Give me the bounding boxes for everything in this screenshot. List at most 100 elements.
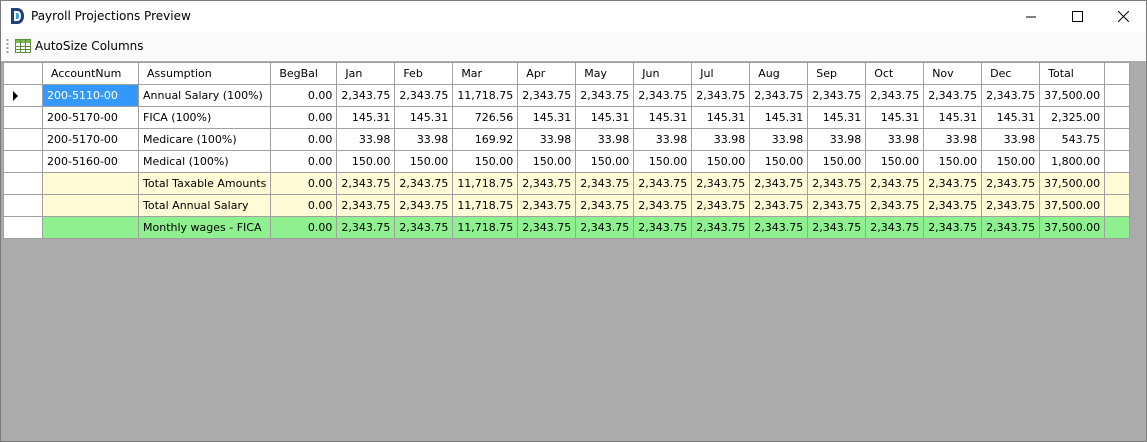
- amount-cell[interactable]: 145.31: [575, 106, 635, 129]
- amount-cell[interactable]: 145.31: [807, 106, 867, 129]
- amount-cell[interactable]: 150.00: [633, 150, 693, 173]
- close-button[interactable]: [1100, 1, 1146, 32]
- amount-cell[interactable]: 2,343.75: [633, 194, 693, 217]
- amount-cell[interactable]: 150.00: [394, 150, 454, 173]
- amount-cell[interactable]: 150.00: [981, 150, 1041, 173]
- account-num-cell[interactable]: 200-5170-00: [42, 128, 139, 151]
- row-header[interactable]: [3, 194, 43, 217]
- toolbar-grip[interactable]: [6, 38, 9, 54]
- amount-cell[interactable]: 11,718.75: [452, 216, 519, 239]
- title-bar[interactable]: Payroll Projections Preview: [1, 1, 1146, 32]
- amount-cell[interactable]: 0.00: [270, 84, 338, 107]
- amount-cell[interactable]: 2,343.75: [865, 172, 925, 195]
- amount-cell[interactable]: 145.31: [394, 106, 454, 129]
- amount-cell[interactable]: 2,343.75: [575, 84, 635, 107]
- assumption-cell[interactable]: FICA (100%): [137, 106, 272, 129]
- maximize-button[interactable]: [1054, 1, 1100, 32]
- amount-cell[interactable]: 2,343.75: [394, 216, 454, 239]
- amount-cell[interactable]: 2,343.75: [394, 194, 454, 217]
- amount-cell[interactable]: 2,343.75: [691, 84, 751, 107]
- amount-cell[interactable]: 150.00: [691, 150, 751, 173]
- amount-cell[interactable]: 2,343.75: [633, 216, 693, 239]
- amount-cell[interactable]: 2,343.75: [749, 194, 809, 217]
- amount-cell[interactable]: 33.98: [981, 128, 1041, 151]
- amount-cell[interactable]: 2,343.75: [394, 84, 454, 107]
- column-header[interactable]: Total: [1039, 62, 1106, 85]
- amount-cell[interactable]: 33.98: [633, 128, 693, 151]
- amount-cell[interactable]: 33.98: [691, 128, 751, 151]
- table-row[interactable]: Total Annual Salary 0.00 2,343.75 2,343.75 1…: [3, 194, 1131, 217]
- amount-cell[interactable]: 33.98: [336, 128, 396, 151]
- amount-cell[interactable]: 2,343.75: [336, 84, 396, 107]
- column-header[interactable]: BegBal: [270, 62, 338, 85]
- table-row[interactable]: Monthly wages - FICA 0.00 2,343.75 2,343.75…: [3, 216, 1131, 239]
- amount-cell[interactable]: 169.92: [452, 128, 519, 151]
- amount-cell[interactable]: 0.00: [270, 172, 338, 195]
- amount-cell[interactable]: 2,343.75: [923, 194, 983, 217]
- column-header[interactable]: Jul: [691, 62, 751, 85]
- row-header[interactable]: [3, 84, 43, 107]
- column-header[interactable]: Aug: [749, 62, 809, 85]
- amount-cell[interactable]: 33.98: [865, 128, 925, 151]
- column-header[interactable]: May: [575, 62, 635, 85]
- amount-cell[interactable]: 2,343.75: [807, 194, 867, 217]
- column-header[interactable]: Apr: [517, 62, 577, 85]
- table-row[interactable]: 200-5110-00 Annual Salary (100%) 0.00 2,343…: [3, 84, 1131, 107]
- table-row[interactable]: 200-5170-00 Medicare (100%) 0.00 33.98 33.98…: [3, 128, 1131, 151]
- amount-cell[interactable]: 145.31: [923, 106, 983, 129]
- amount-cell[interactable]: 150.00: [452, 150, 519, 173]
- amount-cell[interactable]: 145.31: [633, 106, 693, 129]
- row-header[interactable]: [3, 216, 43, 239]
- amount-cell[interactable]: 2,343.75: [981, 172, 1041, 195]
- row-header[interactable]: [3, 106, 43, 129]
- column-header[interactable]: Jun: [633, 62, 693, 85]
- amount-cell[interactable]: 2,343.75: [865, 84, 925, 107]
- table-row[interactable]: Total Taxable Amounts 0.00 2,343.75 2,343.7…: [3, 172, 1131, 195]
- account-num-cell[interactable]: 200-5110-00: [42, 84, 139, 107]
- amount-cell[interactable]: 2,343.75: [575, 194, 635, 217]
- amount-cell[interactable]: 0.00: [270, 128, 338, 151]
- minimize-button[interactable]: [1008, 1, 1054, 32]
- amount-cell[interactable]: 2,343.75: [749, 216, 809, 239]
- amount-cell[interactable]: 2,343.75: [981, 216, 1041, 239]
- amount-cell[interactable]: 2,343.75: [749, 84, 809, 107]
- amount-cell[interactable]: 33.98: [807, 128, 867, 151]
- amount-cell[interactable]: 2,343.75: [981, 194, 1041, 217]
- amount-cell[interactable]: 33.98: [749, 128, 809, 151]
- amount-cell[interactable]: 150.00: [749, 150, 809, 173]
- column-header[interactable]: Feb: [394, 62, 454, 85]
- table-row[interactable]: 200-5170-00 FICA (100%) 0.00 145.31 145.31 72…: [3, 106, 1131, 129]
- amount-cell[interactable]: 150.00: [517, 150, 577, 173]
- column-header[interactable]: Mar: [452, 62, 519, 85]
- column-header[interactable]: Sep: [807, 62, 867, 85]
- column-header[interactable]: Assumption: [137, 62, 272, 85]
- amount-cell[interactable]: 2,343.75: [517, 172, 577, 195]
- autosize-columns-button[interactable]: AutoSize Columns: [15, 36, 144, 56]
- account-num-cell[interactable]: [42, 194, 139, 217]
- amount-cell[interactable]: 2,343.75: [981, 84, 1041, 107]
- amount-cell[interactable]: 33.98: [575, 128, 635, 151]
- amount-cell[interactable]: 11,718.75: [452, 172, 519, 195]
- amount-cell[interactable]: 150.00: [336, 150, 396, 173]
- amount-cell[interactable]: 2,343.75: [517, 216, 577, 239]
- amount-cell[interactable]: 37,500.00: [1039, 216, 1106, 239]
- row-header[interactable]: [3, 150, 43, 173]
- table-row[interactable]: 200-5160-00 Medical (100%) 0.00 150.00 150.0…: [3, 150, 1131, 173]
- amount-cell[interactable]: 0.00: [270, 150, 338, 173]
- amount-cell[interactable]: 11,718.75: [452, 194, 519, 217]
- assumption-cell[interactable]: Medical (100%): [137, 150, 272, 173]
- corner-header[interactable]: [3, 62, 43, 85]
- amount-cell[interactable]: 150.00: [923, 150, 983, 173]
- amount-cell[interactable]: 2,343.75: [865, 216, 925, 239]
- column-header[interactable]: Dec: [981, 62, 1041, 85]
- column-header[interactable]: Jan: [336, 62, 396, 85]
- assumption-cell[interactable]: Total Annual Salary: [137, 194, 272, 217]
- amount-cell[interactable]: 11,718.75: [452, 84, 519, 107]
- amount-cell[interactable]: 2,343.75: [807, 84, 867, 107]
- account-num-cell[interactable]: 200-5160-00: [42, 150, 139, 173]
- amount-cell[interactable]: 2,343.75: [394, 172, 454, 195]
- amount-cell[interactable]: 2,343.75: [633, 84, 693, 107]
- amount-cell[interactable]: 726.56: [452, 106, 519, 129]
- amount-cell[interactable]: 145.31: [749, 106, 809, 129]
- account-num-cell[interactable]: 200-5170-00: [42, 106, 139, 129]
